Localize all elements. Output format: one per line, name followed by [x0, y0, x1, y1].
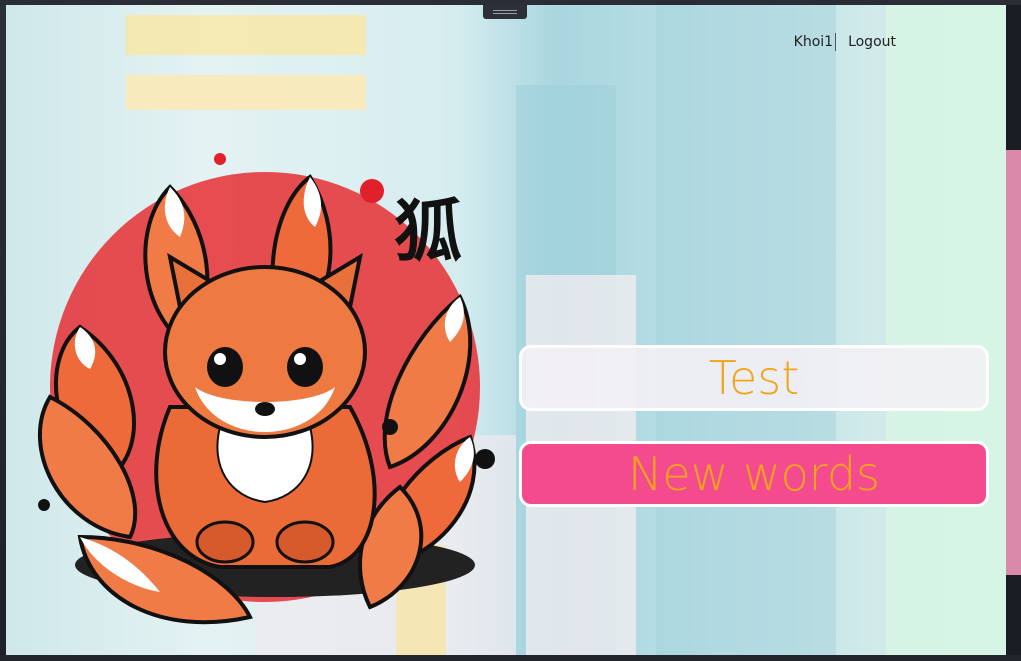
fox-illustration: 狐	[20, 147, 510, 652]
fox-image: 狐	[38, 153, 495, 625]
user-bar: Khoi1 Logout	[794, 33, 896, 51]
kanji-text: 狐	[394, 192, 462, 272]
app-window: Khoi1 Logout 狐 Test New words	[6, 5, 1006, 655]
divider	[835, 33, 837, 51]
background-stroke	[126, 15, 366, 55]
new-words-button-label: New words	[628, 447, 880, 501]
desktop-bottom-edge	[0, 655, 1021, 661]
new-words-button[interactable]: New words	[519, 441, 989, 507]
test-button[interactable]: Test	[519, 345, 989, 411]
test-button-label: Test	[708, 351, 800, 405]
username-label: Khoi1	[793, 34, 834, 50]
background-stroke	[656, 5, 836, 655]
logout-link[interactable]: Logout	[848, 34, 896, 50]
background-stroke	[126, 75, 366, 110]
window-drag-handle[interactable]	[483, 5, 527, 19]
desktop-right-edge	[1006, 150, 1021, 575]
background-stroke	[886, 5, 1006, 655]
